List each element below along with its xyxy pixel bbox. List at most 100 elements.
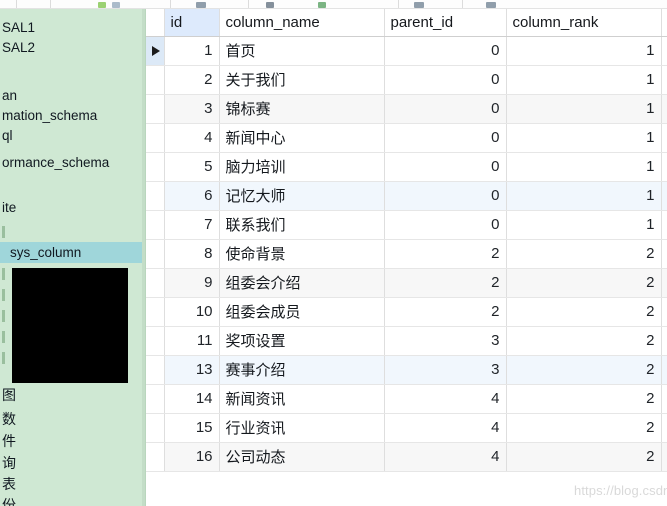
table-row[interactable]: 14 新闻资讯 4 2 [146, 384, 667, 414]
sidebar-item-cn14[interactable]: 图 [0, 385, 145, 406]
cell-id[interactable]: 1 [164, 36, 220, 66]
cell-id[interactable]: 5 [164, 152, 220, 182]
cell-id[interactable]: 11 [164, 326, 220, 356]
cell-column-name[interactable]: 使命背景 [219, 239, 385, 269]
row-marker[interactable] [146, 210, 165, 240]
sidebar-item-cn16[interactable]: 件 [0, 431, 145, 452]
cell-column-rank[interactable]: 2 [506, 268, 662, 298]
cell-next[interactable] [661, 326, 667, 356]
row-marker[interactable] [146, 326, 165, 356]
row-marker[interactable] [146, 239, 165, 269]
cell-column-name[interactable]: 新闻资讯 [219, 384, 385, 414]
cell-parent-id[interactable]: 0 [384, 65, 507, 95]
row-marker[interactable] [146, 94, 165, 124]
cell-column-name[interactable]: 公司动态 [219, 442, 385, 472]
table-row[interactable]: 10 组委会成员 2 2 [146, 297, 667, 327]
form-view-icon[interactable] [196, 2, 206, 8]
sidebar-item-cn19[interactable]: 份 [0, 495, 145, 506]
cell-id[interactable]: 6 [164, 181, 220, 211]
cell-column-name[interactable]: 联系我们 [219, 210, 385, 240]
table-row[interactable]: 4新闻中心01p [146, 123, 667, 153]
import-wizard-icon[interactable] [98, 2, 106, 8]
cell-next[interactable]: c [661, 210, 667, 240]
cell-column-rank[interactable]: 1 [506, 210, 662, 240]
cell-column-rank[interactable]: 1 [506, 94, 662, 124]
cell-column-name[interactable]: 组委会介绍 [219, 268, 385, 298]
sidebar-scrollbar[interactable] [142, 9, 145, 506]
navigation-sidebar[interactable]: 份表询件数图 sys_column ite ormance_schema ql matio… [0, 9, 146, 506]
sidebar-item-ql[interactable]: ql [0, 125, 145, 146]
cell-next[interactable]: m [661, 181, 667, 211]
cell-parent-id[interactable]: 2 [384, 268, 507, 298]
cell-id[interactable]: 10 [164, 297, 220, 327]
row-marker[interactable] [146, 65, 165, 95]
cell-column-rank[interactable]: 1 [506, 65, 662, 95]
cell-column-rank[interactable]: 2 [506, 297, 662, 327]
table-row[interactable]: 15 行业资讯 4 2 [146, 413, 667, 443]
cell-parent-id[interactable]: 0 [384, 210, 507, 240]
cell-id[interactable]: 4 [164, 123, 220, 153]
row-marker[interactable] [146, 442, 165, 472]
cell-parent-id[interactable]: 0 [384, 94, 507, 124]
sort-icon[interactable] [318, 2, 326, 8]
cell-next[interactable] [661, 384, 667, 414]
cell-id[interactable]: 9 [164, 268, 220, 298]
cell-column-name[interactable]: 关于我们 [219, 65, 385, 95]
cell-column-name[interactable]: 行业资讯 [219, 413, 385, 443]
column-header-id[interactable]: id [164, 9, 220, 37]
table-row[interactable]: 7联系我们01c [146, 210, 667, 240]
row-marker[interactable] [146, 384, 165, 414]
cell-column-rank[interactable]: 2 [506, 355, 662, 385]
cell-column-name[interactable]: 锦标赛 [219, 94, 385, 124]
table-row[interactable]: 1首页01i [146, 36, 667, 66]
cell-parent-id[interactable]: 0 [384, 123, 507, 153]
grid-icon-left[interactable] [414, 2, 424, 8]
column-header-parent-id[interactable]: parent_id [384, 9, 507, 37]
cell-parent-id[interactable]: 3 [384, 355, 507, 385]
row-marker[interactable] [146, 355, 165, 385]
table-row[interactable]: 6记忆大师01m [146, 181, 667, 211]
sidebar-item-sys_column[interactable]: sys_column [0, 242, 145, 263]
cell-id[interactable]: 2 [164, 65, 220, 95]
table-row[interactable]: 5脑力培训01n [146, 152, 667, 182]
cell-id[interactable]: 3 [164, 94, 220, 124]
sidebar-item-node-7[interactable] [0, 221, 145, 242]
cell-next[interactable] [661, 268, 667, 298]
table-row[interactable]: 2关于我们01a [146, 65, 667, 95]
cell-column-rank[interactable]: 2 [506, 442, 662, 472]
cell-id[interactable]: 16 [164, 442, 220, 472]
cell-parent-id[interactable]: 0 [384, 36, 507, 66]
row-marker[interactable] [146, 152, 165, 182]
cell-column-name[interactable]: 首页 [219, 36, 385, 66]
cell-next[interactable] [661, 355, 667, 385]
cell-column-rank[interactable]: 2 [506, 413, 662, 443]
row-marker[interactable] [146, 297, 165, 327]
cell-next[interactable]: i [661, 36, 667, 66]
data-grid-panel[interactable]: id column_name parent_id column_rank 1 首页… [146, 9, 667, 506]
table-row[interactable]: 13 赛事介绍 3 2 [146, 355, 667, 385]
table-row[interactable]: 8 使命背景 2 2 [146, 239, 667, 269]
cell-id[interactable]: 14 [164, 384, 220, 414]
row-marker[interactable] [146, 181, 165, 211]
grid-body[interactable]: 1首页01i2关于我们01a3锦标赛01c4新闻中心01p5脑力培训01n6记忆… [146, 36, 667, 472]
sidebar-item-SAL1[interactable]: SAL1 [0, 17, 145, 38]
sidebar-item-mation_schema[interactable]: mation_schema [0, 105, 145, 126]
data-grid[interactable]: id column_name parent_id column_rank 1 首页… [146, 9, 667, 472]
grid-icon-right[interactable] [486, 2, 496, 8]
cell-parent-id[interactable]: 2 [384, 239, 507, 269]
table-row[interactable]: 9 组委会介绍 2 2 [146, 268, 667, 298]
cell-column-name[interactable]: 脑力培训 [219, 152, 385, 182]
cell-column-rank[interactable]: 1 [506, 181, 662, 211]
table-row[interactable]: 11 奖项设置 3 2 [146, 326, 667, 356]
sidebar-item-an[interactable]: an [0, 85, 145, 106]
filter-icon[interactable] [266, 2, 274, 8]
cell-next[interactable] [661, 239, 667, 269]
cell-id[interactable]: 15 [164, 413, 220, 443]
sidebar-item-cn18[interactable]: 表 [0, 474, 145, 495]
cell-next[interactable]: p [661, 123, 667, 153]
cell-id[interactable]: 7 [164, 210, 220, 240]
sidebar-item-ormance_schema[interactable]: ormance_schema [0, 152, 145, 173]
row-marker[interactable] [146, 123, 165, 153]
cell-parent-id[interactable]: 0 [384, 152, 507, 182]
cell-next[interactable] [661, 297, 667, 327]
